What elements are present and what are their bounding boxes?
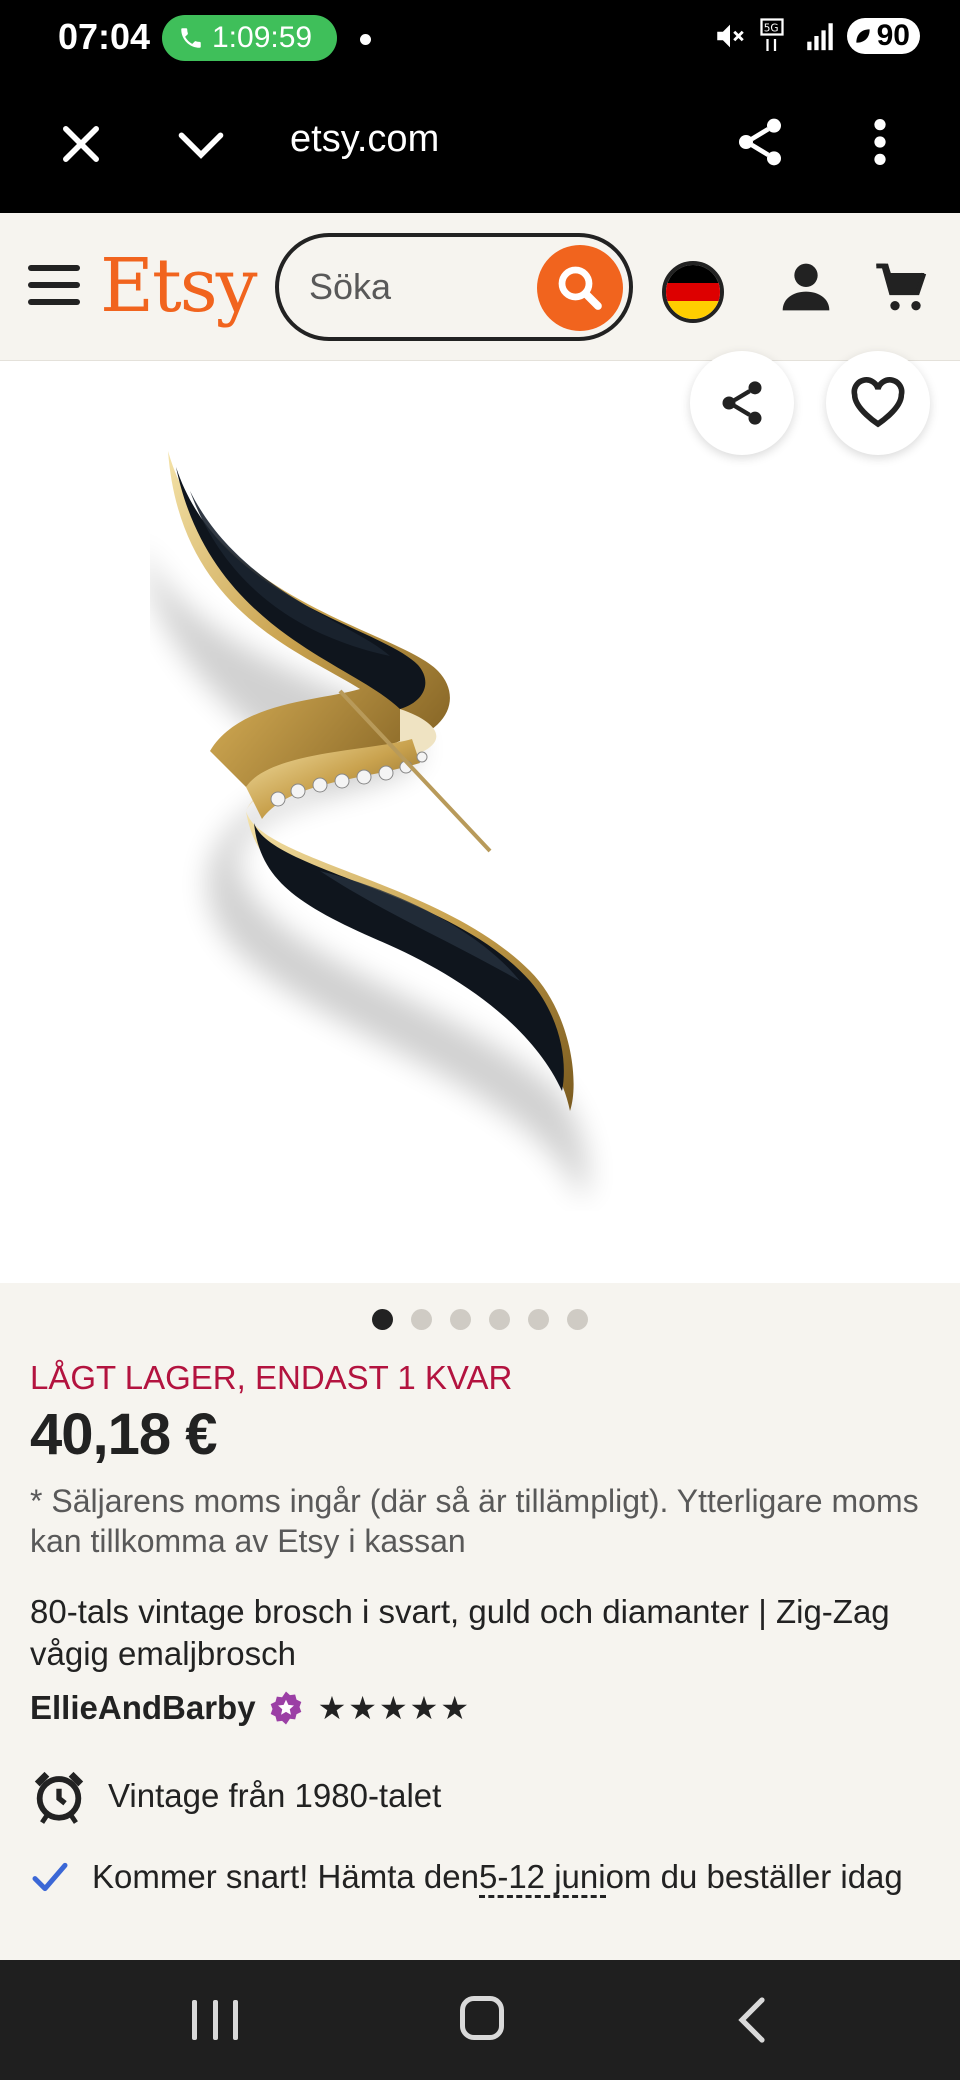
mute-icon bbox=[716, 24, 744, 48]
notification-dot-icon bbox=[360, 34, 371, 45]
url-text[interactable]: etsy.com bbox=[290, 118, 439, 161]
svg-text:5G: 5G bbox=[763, 23, 778, 35]
home-icon[interactable] bbox=[460, 1996, 504, 2040]
image-pagination[interactable] bbox=[0, 1309, 960, 1330]
product-details: LÅGT LAGER, ENDAST 1 KVAR 40,18 € * Sälj… bbox=[0, 1283, 960, 1960]
close-icon[interactable] bbox=[55, 118, 107, 170]
leaf-icon bbox=[855, 29, 870, 43]
shop-info: EllieAndBarby ★★★★★ bbox=[30, 1689, 471, 1727]
arrival-info: Kommer snart! Hämta den5-12 juniom du be… bbox=[30, 1857, 930, 1898]
recents-icon[interactable] bbox=[192, 2000, 238, 2040]
search-bar[interactable] bbox=[275, 233, 633, 341]
arrival-dates-link[interactable]: 5-12 juni bbox=[478, 1858, 606, 1898]
product-photo-brooch bbox=[150, 451, 588, 1201]
chevron-down-icon[interactable] bbox=[175, 118, 227, 170]
status-bar: 07:04 1:09:59 5G 90 bbox=[0, 0, 960, 76]
vintage-label: Vintage från 1980-talet bbox=[108, 1777, 442, 1814]
heart-icon bbox=[851, 377, 905, 428]
site-header: Etsy bbox=[0, 213, 960, 361]
share-icon[interactable] bbox=[732, 112, 788, 172]
pagination-dot[interactable] bbox=[528, 1309, 549, 1330]
menu-icon[interactable] bbox=[28, 265, 80, 305]
product-price: 40,18 € bbox=[30, 1402, 218, 1467]
star-seller-badge-icon bbox=[270, 1691, 301, 1725]
phone-icon bbox=[181, 28, 201, 48]
arrival-prefix: Kommer snart! Hämta den bbox=[92, 1858, 479, 1895]
shop-name-link[interactable]: EllieAndBarby bbox=[30, 1689, 256, 1727]
share-icon bbox=[722, 381, 762, 425]
status-time: 07:04 bbox=[58, 16, 151, 57]
product-title: 80-tals vintage brosch i svart, guld och… bbox=[30, 1593, 890, 1672]
more-vert-icon[interactable] bbox=[870, 116, 890, 168]
status-icons: 5G 90 bbox=[713, 18, 920, 54]
alarm-clock-icon bbox=[34, 1771, 84, 1824]
arrival-suffix: om du beställer idag bbox=[605, 1858, 903, 1895]
system-navigation-bar bbox=[0, 1960, 960, 2080]
favorite-button[interactable] bbox=[826, 351, 930, 455]
rating-stars[interactable]: ★★★★★ bbox=[318, 1689, 471, 1727]
cart-icon[interactable] bbox=[872, 259, 932, 315]
signal-icon bbox=[806, 23, 833, 51]
user-icon[interactable] bbox=[778, 257, 834, 317]
share-product-button[interactable] bbox=[690, 351, 794, 455]
5g-icon: 5G bbox=[760, 18, 784, 51]
checkmark-icon bbox=[32, 1862, 68, 1892]
product-image-gallery[interactable] bbox=[0, 351, 960, 1283]
pagination-dot[interactable] bbox=[372, 1309, 393, 1330]
vat-note: * Säljarens moms ingår (där så är tilläm… bbox=[30, 1483, 919, 1559]
pagination-dot[interactable] bbox=[567, 1309, 588, 1330]
search-input[interactable] bbox=[309, 263, 519, 311]
search-icon bbox=[558, 266, 602, 310]
pagination-dot[interactable] bbox=[489, 1309, 510, 1330]
arrival-text: Kommer snart! Hämta den5-12 juniom du be… bbox=[92, 1857, 903, 1898]
etsy-logo[interactable]: Etsy bbox=[100, 243, 258, 329]
call-duration: 1:09:59 bbox=[212, 21, 313, 54]
pagination-dot[interactable] bbox=[450, 1309, 471, 1330]
ongoing-call-chip[interactable]: 1:09:59 bbox=[162, 15, 337, 61]
search-button[interactable] bbox=[537, 245, 623, 331]
low-stock-notice: LÅGT LAGER, ENDAST 1 KVAR bbox=[30, 1359, 513, 1396]
browser-toolbar: etsy.com bbox=[0, 76, 960, 213]
vintage-info: Vintage från 1980-talet bbox=[30, 1767, 441, 1825]
germany-flag-icon[interactable] bbox=[662, 261, 724, 323]
back-icon[interactable] bbox=[734, 1996, 770, 2044]
battery-indicator: 90 bbox=[846, 18, 920, 54]
battery-level: 90 bbox=[876, 19, 910, 52]
pagination-dot[interactable] bbox=[411, 1309, 432, 1330]
